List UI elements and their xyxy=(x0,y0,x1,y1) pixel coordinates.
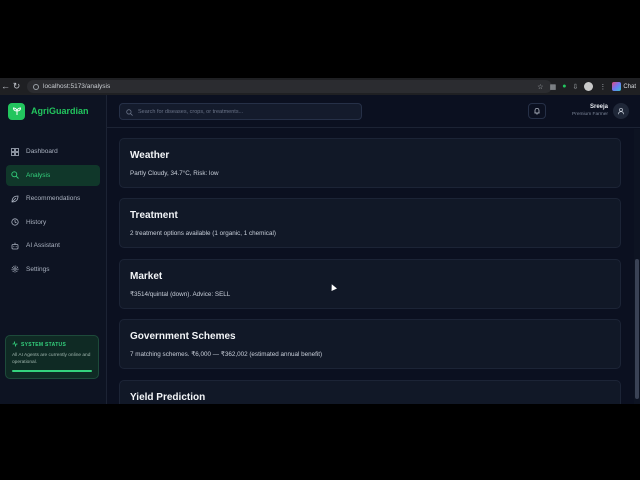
search-input[interactable]: Search for diseases, crops, or treatment… xyxy=(119,103,362,120)
search-icon xyxy=(11,171,19,180)
treatment-card: Treatment 2 treatment options available … xyxy=(119,198,621,248)
card-title: Government Schemes xyxy=(130,331,236,342)
market-card: Market ₹3514/quintal (down). Advice: SEL… xyxy=(119,259,621,309)
gear-icon xyxy=(11,265,19,273)
sidebar-item-ai-assistant[interactable]: AI Assistant xyxy=(6,235,100,257)
extensions-icon[interactable]: ▦ xyxy=(550,83,557,91)
star-icon[interactable]: ☆ xyxy=(537,83,543,91)
chat-logo-icon xyxy=(612,82,622,91)
sidebar-item-label: Recommendations xyxy=(26,195,81,203)
main: Search for diseases, crops, or treatment… xyxy=(107,95,640,404)
leaf-icon xyxy=(11,195,19,203)
status-progress-bar xyxy=(12,370,92,372)
sidebar-item-settings[interactable]: Settings xyxy=(6,259,100,281)
sidebar-item-dashboard[interactable]: Dashboard xyxy=(6,141,100,163)
sidebar-item-recommendations[interactable]: Recommendations xyxy=(6,188,100,210)
sidebar-nav: Dashboard Analysis Recommendations Histo… xyxy=(0,141,106,280)
sidebar-item-label: Settings xyxy=(26,265,50,273)
search-icon xyxy=(126,103,133,121)
pulse-icon xyxy=(12,340,18,349)
user-icon xyxy=(617,102,625,120)
search-placeholder: Search for diseases, crops, or treatment… xyxy=(138,108,244,115)
chat-label: Chat xyxy=(623,83,636,90)
notifications-button[interactable] xyxy=(528,103,546,119)
history-icon xyxy=(11,218,19,226)
status-title: SYSTEM STATUS xyxy=(21,342,67,348)
brand-name: AgriGuardian xyxy=(31,106,89,116)
user-avatar[interactable] xyxy=(613,103,629,119)
screen: ← ↻ localhost:5173/analysis ☆ ▦ ● ⇩ ⋮ Ch… xyxy=(0,78,640,404)
user-role: Premium Farmer xyxy=(572,112,608,117)
reload-icon[interactable]: ↻ xyxy=(11,78,22,95)
card-text: 2 treatment options available (1 organic… xyxy=(130,230,276,237)
menu-dots-icon[interactable]: ⋮ xyxy=(599,83,606,91)
shield-icon[interactable]: ● xyxy=(562,83,566,90)
sidebar: AgriGuardian Dashboard Analysis Recommen… xyxy=(0,95,107,404)
content-scrollbar[interactable] xyxy=(634,129,640,404)
government-schemes-card: Government Schemes 7 matching schemes. ₹… xyxy=(119,319,621,369)
yield-prediction-card: Yield Prediction xyxy=(119,380,621,404)
sidebar-item-analysis[interactable]: Analysis xyxy=(6,164,100,186)
address-bar[interactable]: localhost:5173/analysis xyxy=(27,80,552,93)
card-title: Weather xyxy=(130,150,170,161)
user-info[interactable]: Sreeja Premium Farmer xyxy=(572,104,608,117)
chat-button[interactable]: Chat xyxy=(612,82,636,91)
robot-icon xyxy=(11,242,19,250)
brand[interactable]: AgriGuardian xyxy=(0,95,106,127)
status-progress-fill xyxy=(12,370,92,372)
card-text: 7 matching schemes. ₹6,000 — ₹362,002 (e… xyxy=(130,351,323,358)
bell-icon xyxy=(533,102,541,120)
card-title: Treatment xyxy=(130,210,178,221)
sidebar-item-label: AI Assistant xyxy=(26,242,60,250)
analysis-content: Weather Partly Cloudy, 34.7°C, Risk: low… xyxy=(107,129,640,404)
scrollbar-thumb[interactable] xyxy=(635,259,639,399)
grid-icon xyxy=(11,147,19,156)
weather-card: Weather Partly Cloudy, 34.7°C, Risk: low xyxy=(119,138,621,188)
sidebar-item-label: Dashboard xyxy=(26,148,58,156)
site-info-icon[interactable] xyxy=(33,83,39,90)
downloads-icon[interactable]: ⇩ xyxy=(572,83,578,91)
back-arrow-icon[interactable]: ← xyxy=(0,78,11,95)
status-text: All AI Agents are currently online and o… xyxy=(12,353,91,365)
top-bar: Search for diseases, crops, or treatment… xyxy=(107,95,640,128)
sidebar-item-history[interactable]: History xyxy=(6,212,100,234)
card-title: Market xyxy=(130,271,163,282)
status-header: SYSTEM STATUS xyxy=(12,340,92,349)
app: AgriGuardian Dashboard Analysis Recommen… xyxy=(0,95,640,404)
sidebar-item-label: Analysis xyxy=(26,171,51,179)
sidebar-item-label: History xyxy=(26,218,47,226)
user-name: Sreeja xyxy=(589,104,608,110)
sprout-icon xyxy=(8,102,25,120)
system-status-card: SYSTEM STATUS All AI Agents are currentl… xyxy=(5,335,99,379)
browser-toolbar: ← ↻ localhost:5173/analysis ☆ ▦ ● ⇩ ⋮ Ch… xyxy=(0,78,640,95)
card-title: Yield Prediction xyxy=(130,392,206,403)
card-text: Partly Cloudy, 34.7°C, Risk: low xyxy=(130,170,219,177)
browser-actions: ☆ ▦ ● ⇩ ⋮ Chat xyxy=(537,78,640,95)
profile-avatar[interactable] xyxy=(584,82,594,91)
card-text: ₹3514/quintal (down). Advice: SELL xyxy=(130,291,231,298)
url-text: localhost:5173/analysis xyxy=(43,83,111,90)
